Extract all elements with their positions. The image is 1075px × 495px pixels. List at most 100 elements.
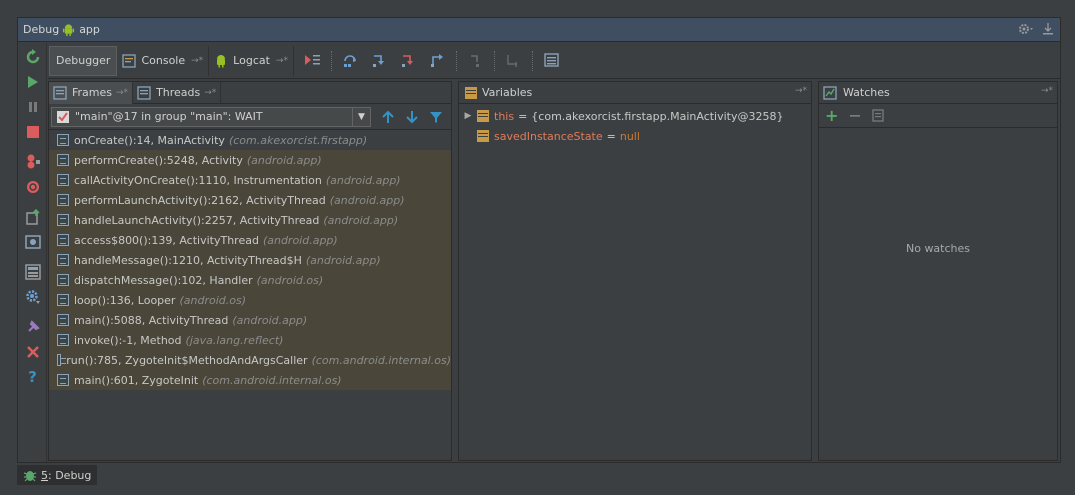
bottom-tab-debug[interactable]: 5 : Debug [17, 465, 98, 485]
stack-frame[interactable]: main():5088, ActivityThread (android.app) [49, 310, 451, 330]
frame-method: loop():136, Looper [74, 293, 176, 307]
frame-method: handleMessage():1210, ActivityThread$H [74, 253, 302, 267]
help-icon[interactable]: ? [24, 368, 41, 386]
frame-method: performLaunchActivity():2162, ActivityTh… [74, 193, 326, 207]
console-icon [122, 53, 137, 68]
tab-logcat[interactable]: Logcat →* [209, 45, 294, 76]
next-frame-icon[interactable] [405, 110, 419, 124]
frame-method: onCreate():14, MainActivity [74, 133, 225, 147]
pin-icon[interactable] [24, 318, 41, 335]
watches-panel-header: Watches →* [819, 82, 1057, 104]
step-over-icon[interactable] [342, 52, 359, 69]
stack-frame[interactable]: handleLaunchActivity():2257, ActivityThr… [49, 210, 451, 230]
frame-method: run():785, ZygoteInit$MethodAndArgsCalle… [66, 353, 308, 367]
remove-watch-icon[interactable]: − [848, 106, 861, 125]
bottom-tab-label: : Debug [48, 468, 92, 482]
pin-tab-icon[interactable]: →* [1041, 86, 1053, 96]
previous-frame-icon[interactable] [381, 110, 395, 124]
close-icon[interactable] [24, 343, 41, 360]
thread-selector-row: "main"@17 in group "main": WAIT ▼ [49, 104, 451, 130]
debug-side-toolbar: ? [18, 43, 47, 462]
pin-tab-icon[interactable]: →* [795, 86, 807, 96]
settings-icon[interactable] [24, 288, 41, 305]
step-into-icon[interactable] [371, 52, 388, 69]
gear-icon[interactable] [1018, 22, 1034, 36]
tab-console[interactable]: Console →* [117, 45, 210, 76]
step-out-icon[interactable] [429, 52, 446, 69]
watches-title: Watches [843, 86, 890, 99]
show-execution-point-icon[interactable] [304, 52, 321, 69]
frame-method: access$800():139, ActivityThread [74, 233, 259, 247]
filter-icon[interactable] [429, 110, 443, 124]
stack-frame[interactable]: invoke():-1, Method (java.lang.reflect) [49, 330, 451, 350]
title-prefix: Debug [23, 23, 60, 36]
mute-breakpoints-icon[interactable] [24, 178, 41, 195]
stop-icon[interactable] [24, 123, 41, 140]
frame-package: (android.app) [323, 213, 399, 227]
variable-row[interactable]: savedInstanceState = null [459, 126, 811, 146]
add-watch-icon[interactable]: + [825, 106, 838, 125]
drop-frame-icon[interactable] [467, 52, 484, 69]
layout-icon[interactable] [24, 263, 41, 280]
resume-icon[interactable] [24, 73, 41, 90]
pin-tab-icon[interactable]: →* [116, 88, 128, 98]
variable-row[interactable]: ▶ this = {com.akexorcist.firstapp.MainActiv… [459, 106, 811, 126]
evaluate-expression-icon[interactable] [543, 52, 560, 69]
frame-method: performCreate():5248, Activity [74, 153, 243, 167]
screen-capture-icon[interactable] [24, 233, 41, 250]
pin-tab-icon[interactable]: →* [191, 56, 203, 66]
stack-frame[interactable]: loop():136, Looper (android.os) [49, 290, 451, 310]
tab-threads[interactable]: Threads →* [133, 81, 222, 104]
expand-arrow-icon[interactable]: ▶ [459, 111, 477, 121]
frames-icon [53, 85, 67, 100]
toolbar-separator [455, 50, 457, 71]
pin-tab-icon[interactable]: →* [204, 88, 216, 98]
tab-debugger[interactable]: Debugger [49, 45, 118, 76]
stack-frame[interactable]: handleMessage():1210, ActivityThread$H (a… [49, 250, 451, 270]
rerun-icon[interactable] [24, 48, 41, 65]
get-thread-dump-icon[interactable] [24, 208, 41, 225]
frame-icon [57, 374, 69, 386]
force-step-into-icon[interactable] [400, 52, 417, 69]
thread-selector[interactable]: "main"@17 in group "main": WAIT ▼ [51, 106, 371, 127]
toolbar-separator [493, 50, 495, 71]
frames-panel: Frames →* Threads →* "main"@17 in group … [48, 81, 452, 461]
variables-title: Variables [482, 86, 533, 99]
tab-frames[interactable]: Frames →* [49, 81, 134, 104]
stack-frame[interactable]: main():601, ZygoteInit (com.android.inter… [49, 370, 451, 390]
variable-value: {com.akexorcist.firstapp.MainActivity@32… [531, 109, 784, 123]
run-to-cursor-icon[interactable] [505, 52, 522, 69]
dropdown-arrow-icon[interactable]: ▼ [352, 107, 370, 126]
frame-package: (java.lang.reflect) [185, 333, 284, 347]
frames-list: onCreate():14, MainActivity (com.akexorci… [49, 130, 451, 390]
frame-package: (com.android.internal.os) [202, 373, 342, 387]
watches-icon [823, 85, 837, 100]
threads-icon [137, 85, 151, 100]
stack-frame[interactable]: access$800():139, ActivityThread (android… [49, 230, 451, 250]
stack-frame[interactable]: callActivityOnCreate():1110, Instrumenta… [49, 170, 451, 190]
thread-suspended-icon [57, 110, 69, 123]
frame-icon [57, 134, 69, 146]
thread-selector-value: "main"@17 in group "main": WAIT [75, 110, 263, 123]
frame-icon [57, 194, 69, 206]
field-icon [477, 130, 489, 142]
debug-title-bar: Debug app [18, 18, 1060, 42]
frames-panel-header: Frames →* Threads →* [49, 81, 451, 104]
edit-watch-icon[interactable] [872, 108, 886, 123]
stack-frame[interactable]: performLaunchActivity():2162, ActivityTh… [49, 190, 451, 210]
pause-icon[interactable] [24, 98, 41, 115]
variables-panel: Variables →* ▶ this = {com.akexorcist.first… [458, 81, 812, 461]
tab-console-label: Console [141, 54, 186, 67]
frame-method: main():601, ZygoteInit [74, 373, 199, 387]
field-icon [477, 110, 489, 122]
stack-frame[interactable]: dispatchMessage():102, Handler (android.o… [49, 270, 451, 290]
frame-package: (com.android.internal.os) [311, 353, 451, 367]
frame-package: (android.app) [246, 153, 322, 167]
hide-icon[interactable] [1042, 22, 1054, 36]
stack-frame[interactable]: performCreate():5248, Activity (android.a… [49, 150, 451, 170]
view-breakpoints-icon[interactable] [24, 153, 41, 170]
pin-tab-icon[interactable]: →* [276, 56, 288, 66]
stack-frame[interactable]: run():785, ZygoteInit$MethodAndArgsCalle… [49, 350, 451, 370]
stack-frame[interactable]: onCreate():14, MainActivity (com.akexorci… [49, 130, 451, 150]
frame-method: callActivityOnCreate():1110, Instrumenta… [74, 173, 322, 187]
